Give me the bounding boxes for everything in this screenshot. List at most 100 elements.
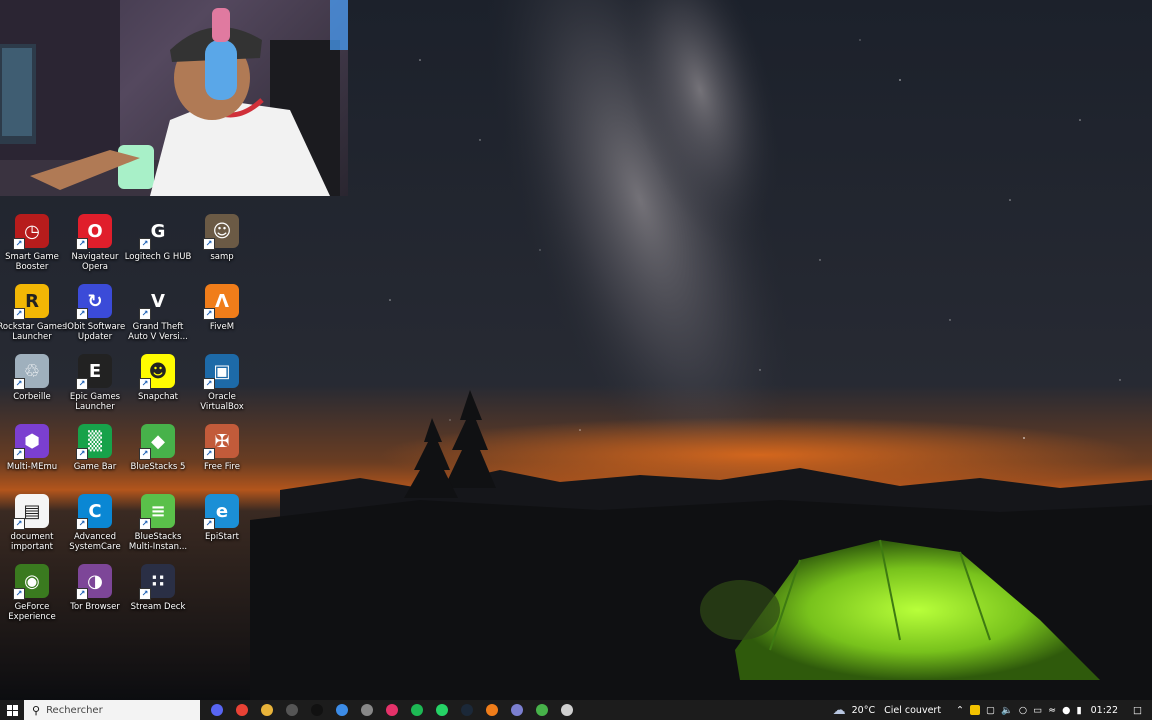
shortcut-arrow-icon: ↗ <box>203 378 215 390</box>
app-icon: ≡ ↗ <box>139 494 175 530</box>
shortcut-arrow-icon: ↗ <box>139 378 151 390</box>
settings-taskbar-icon[interactable] <box>554 700 579 720</box>
norton-tray-icon[interactable] <box>970 705 981 715</box>
whatsapp-taskbar-icon[interactable] <box>429 700 454 720</box>
chevron-up-icon[interactable]: ⌃ <box>956 705 964 716</box>
shortcut-arrow-icon: ↗ <box>76 238 88 250</box>
app-icon: ⬢ ↗ <box>13 424 49 460</box>
desktop-icon-label: Oracle VirtualBox <box>200 392 244 412</box>
obs-taskbar-icon[interactable] <box>279 700 304 720</box>
desktop-icon[interactable]: ↻ ↗ IObit Software Updater <box>63 284 127 342</box>
desktop-icon-label: Stream Deck <box>130 602 186 612</box>
app-icon: ◑ ↗ <box>76 564 112 600</box>
shortcut-arrow-icon: ↗ <box>139 518 151 530</box>
shortcut-arrow-icon: ↗ <box>139 448 151 460</box>
windows-logo-icon <box>6 704 18 716</box>
app-icon: ✠ ↗ <box>203 424 239 460</box>
taskbar: ⚲ Rechercher ☁ 20°C Ciel couvert ⌃ ▢ 🔈 ○… <box>0 700 1152 720</box>
desktop-icon[interactable]: ✠ ↗ Free Fire <box>190 424 254 472</box>
wifi-icon[interactable]: ≈ <box>1048 705 1056 716</box>
app-icon: ∷ ↗ <box>139 564 175 600</box>
desktop-icon[interactable]: V ↗ Grand Theft Auto V Versi... <box>126 284 190 343</box>
fivem-taskbar-icon[interactable] <box>479 700 504 720</box>
app-icon: E ↗ <box>76 354 112 390</box>
desktop-icon-label: Rockstar Games Launcher <box>0 322 67 342</box>
desktop-icon[interactable]: ▣ ↗ Oracle VirtualBox <box>190 354 254 412</box>
desktop-icon[interactable]: ∷ ↗ Stream Deck <box>126 564 190 612</box>
app-glyph-icon <box>335 704 348 716</box>
desktop-icon[interactable]: ☻ ↗ Snapchat <box>126 354 190 402</box>
battery-icon[interactable]: ▮ <box>1076 705 1081 716</box>
desktop-icon[interactable]: ▤ ↗ document important <box>0 494 64 552</box>
shortcut-arrow-icon: ↗ <box>203 518 215 530</box>
desktop-icon[interactable]: ◉ ↗ GeForce Experience <box>0 564 64 622</box>
shortcut-arrow-icon: ↗ <box>13 378 25 390</box>
app-icon: ▣ ↗ <box>203 354 239 390</box>
shortcut-arrow-icon: ↗ <box>203 308 215 320</box>
desktop-icon[interactable]: E ↗ Epic Games Launcher <box>63 354 127 412</box>
spotify-taskbar-icon[interactable] <box>404 700 429 720</box>
desktop-icon[interactable]: ◑ ↗ Tor Browser <box>63 564 127 612</box>
network-icon[interactable]: ○ <box>1019 705 1027 716</box>
notifications-icon[interactable]: □ <box>1133 705 1142 716</box>
desktop-icon[interactable]: R ↗ Rockstar Games Launcher <box>0 284 67 342</box>
app-icon: e ↗ <box>203 494 239 530</box>
desktop-icon[interactable]: ◆ ↗ BlueStacks 5 <box>126 424 190 472</box>
desktop-icon[interactable]: ♲ ↗ Corbeille <box>0 354 64 402</box>
desktop-icon[interactable]: ☺ ↗ samp <box>190 214 254 262</box>
start-button[interactable] <box>0 700 24 720</box>
search-input[interactable]: ⚲ Rechercher <box>24 700 200 720</box>
shortcut-arrow-icon: ↗ <box>13 238 25 250</box>
app-glyph-icon <box>460 704 473 716</box>
weather-temp[interactable]: 20°C <box>852 705 875 716</box>
desktop-icon[interactable]: ≡ ↗ BlueStacks Multi-Instan... <box>126 494 190 552</box>
desktop-icon-label: Logitech G HUB <box>124 252 192 262</box>
desktop-icon-label: Snapchat <box>138 392 178 402</box>
desktop-icon-label: Multi-MEmu <box>6 462 58 472</box>
system-tray: ☁ 20°C Ciel couvert ⌃ ▢ 🔈 ○ ▭ ≈ ● ▮ 01:2… <box>830 700 1152 720</box>
file-explorer-taskbar-icon[interactable] <box>254 700 279 720</box>
desktop-icon[interactable]: C ↗ Advanced SystemCare <box>63 494 127 552</box>
desktop-icon[interactable]: ⬢ ↗ Multi-MEmu <box>0 424 64 472</box>
clock[interactable]: 01:22 <box>1091 705 1118 716</box>
desktop-icon[interactable]: O ↗ Navigateur Opera <box>63 214 127 272</box>
tiktok-taskbar-icon[interactable] <box>304 700 329 720</box>
desktop-icon[interactable]: G ↗ Logitech G HUB <box>124 214 192 263</box>
app-glyph-icon <box>560 704 573 716</box>
desktop-icon-label: Smart Game Booster <box>5 252 59 272</box>
shortcut-arrow-icon: ↗ <box>13 588 25 600</box>
store-taskbar-icon[interactable] <box>329 700 354 720</box>
app-glyph-icon <box>510 704 523 716</box>
tray-app-icon[interactable]: ▢ <box>986 705 995 716</box>
desktop-icon[interactable]: ◷ ↗ Smart Game Booster <box>0 214 64 272</box>
weather-description[interactable]: Ciel couvert <box>884 705 941 716</box>
desktop-icon[interactable]: ▒ ↗ Game Bar <box>63 424 127 472</box>
steam-taskbar-icon[interactable] <box>454 700 479 720</box>
desktop-icon[interactable]: e ↗ EpiStart <box>190 494 254 542</box>
volume-icon[interactable]: 🔈 <box>1001 705 1013 716</box>
desktop-icon-label: Grand Theft Auto V Versi... <box>128 322 188 342</box>
display-icon[interactable]: ▭ <box>1033 705 1042 716</box>
chrome-taskbar-icon[interactable] <box>229 700 254 720</box>
app-icon: ▤ ↗ <box>13 494 49 530</box>
app-icon: Λ ↗ <box>203 284 239 320</box>
app-icon: ◉ ↗ <box>13 564 49 600</box>
discord-taskbar-icon[interactable] <box>204 700 229 720</box>
app-icon: ☻ ↗ <box>139 354 175 390</box>
microphone-icon[interactable]: ● <box>1062 705 1070 716</box>
music-taskbar-icon[interactable] <box>379 700 404 720</box>
bluestacks-taskbar-icon[interactable] <box>529 700 554 720</box>
weather-icon[interactable]: ☁ <box>833 703 846 718</box>
app-icon: ◷ ↗ <box>13 214 49 250</box>
webcam-overlay <box>0 0 348 196</box>
ghub-taskbar-icon[interactable] <box>354 700 379 720</box>
desktop-icon[interactable]: Λ ↗ FiveM <box>190 284 254 332</box>
shortcut-arrow-icon: ↗ <box>76 308 88 320</box>
app-glyph-icon <box>485 704 498 716</box>
app-glyph-icon <box>235 704 248 716</box>
app-glyph-icon <box>210 704 223 716</box>
desktop-icon-label: BlueStacks 5 <box>130 462 186 472</box>
shortcut-arrow-icon: ↗ <box>76 588 88 600</box>
app-icon: G ↗ <box>139 214 175 250</box>
gamepad-taskbar-icon[interactable] <box>504 700 529 720</box>
